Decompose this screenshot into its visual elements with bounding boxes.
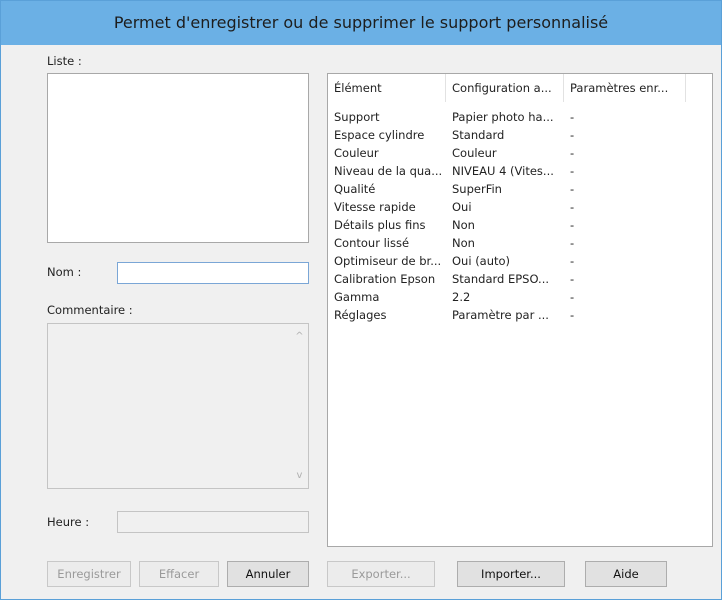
cancel-button[interactable]: Annuler	[227, 561, 309, 587]
table-row[interactable]: Contour lissé Non -	[328, 234, 712, 252]
dialog-title: Permet d'enregistrer ou de supprimer le …	[1, 1, 721, 45]
comment-label: Commentaire :	[47, 303, 133, 317]
cell-current-config: Standard	[452, 128, 505, 142]
table-row[interactable]: Support Papier photo ha... -	[328, 108, 712, 126]
table-row[interactable]: Vitesse rapide Oui -	[328, 198, 712, 216]
table-row[interactable]: Couleur Couleur -	[328, 144, 712, 162]
cell-element: Détails plus fins	[334, 218, 426, 232]
cell-element: Vitesse rapide	[334, 200, 416, 214]
help-button[interactable]: Aide	[585, 561, 667, 587]
cell-current-config: Non	[452, 236, 475, 250]
cell-element: Niveau de la qua...	[334, 164, 443, 178]
cell-saved-settings: -	[570, 146, 575, 160]
cell-element: Réglages	[334, 308, 387, 322]
table-row[interactable]: Niveau de la qua... NIVEAU 4 (Vites... -	[328, 162, 712, 180]
table-row[interactable]: Réglages Paramètre par ... -	[328, 306, 712, 324]
column-header-saved-settings[interactable]: Paramètres enr...	[564, 74, 686, 102]
cell-current-config: 2.2	[452, 290, 471, 304]
comment-scrollbar[interactable]: ^ v	[291, 324, 308, 488]
cell-saved-settings: -	[570, 128, 575, 142]
cell-current-config: Standard EPSO...	[452, 272, 550, 286]
list-label: Liste :	[47, 54, 82, 68]
cell-element: Couleur	[334, 146, 379, 160]
table-row[interactable]: Détails plus fins Non -	[328, 216, 712, 234]
cell-current-config: SuperFin	[452, 182, 502, 196]
cell-element: Contour lissé	[334, 236, 410, 250]
cell-current-config: NIVEAU 4 (Vites...	[452, 164, 554, 178]
import-button[interactable]: Importer...	[457, 561, 565, 587]
scroll-down-arrow-icon[interactable]: v	[291, 467, 308, 484]
cell-element: Espace cylindre	[334, 128, 425, 142]
cell-saved-settings: -	[570, 254, 575, 268]
time-field	[117, 511, 309, 533]
media-list[interactable]	[47, 73, 309, 243]
name-label: Nom :	[47, 265, 82, 279]
cell-element: Optimiseur de br...	[334, 254, 442, 268]
table-row[interactable]: Qualité SuperFin -	[328, 180, 712, 198]
cell-saved-settings: -	[570, 290, 575, 304]
table-row[interactable]: Espace cylindre Standard -	[328, 126, 712, 144]
cell-current-config: Non	[452, 218, 475, 232]
cell-saved-settings: -	[570, 272, 575, 286]
time-label: Heure :	[47, 515, 90, 529]
settings-table[interactable]: Élément Configuration a... Paramètres en…	[327, 73, 713, 547]
cell-saved-settings: -	[570, 308, 575, 322]
cell-current-config: Oui	[452, 200, 472, 214]
table-row[interactable]: Gamma 2.2 -	[328, 288, 712, 306]
cell-element: Gamma	[334, 290, 380, 304]
cell-element: Calibration Epson	[334, 272, 436, 286]
cell-saved-settings: -	[570, 182, 575, 196]
export-button[interactable]: Exporter...	[327, 561, 435, 587]
comment-textarea[interactable]: ^ v	[47, 323, 309, 489]
cell-saved-settings: -	[570, 164, 575, 178]
column-header-element[interactable]: Élément	[328, 74, 446, 102]
cell-saved-settings: -	[570, 200, 575, 214]
cell-element: Support	[334, 110, 380, 124]
cell-saved-settings: -	[570, 110, 575, 124]
delete-button[interactable]: Effacer	[139, 561, 219, 587]
cell-element: Qualité	[334, 182, 376, 196]
cell-current-config: Papier photo ha...	[452, 110, 554, 124]
save-button[interactable]: Enregistrer	[47, 561, 131, 587]
name-field[interactable]	[117, 262, 309, 284]
table-row[interactable]: Calibration Epson Standard EPSO... -	[328, 270, 712, 288]
scroll-up-arrow-icon[interactable]: ^	[291, 328, 308, 345]
table-row[interactable]: Optimiseur de br... Oui (auto) -	[328, 252, 712, 270]
cell-saved-settings: -	[570, 218, 575, 232]
custom-media-dialog: Permet d'enregistrer ou de supprimer le …	[0, 0, 722, 600]
column-header-current-config[interactable]: Configuration a...	[446, 74, 564, 102]
cell-saved-settings: -	[570, 236, 575, 250]
cell-current-config: Oui (auto)	[452, 254, 511, 268]
table-header-row: Élément Configuration a... Paramètres en…	[328, 74, 712, 102]
cell-current-config: Paramètre par ...	[452, 308, 549, 322]
cell-current-config: Couleur	[452, 146, 497, 160]
